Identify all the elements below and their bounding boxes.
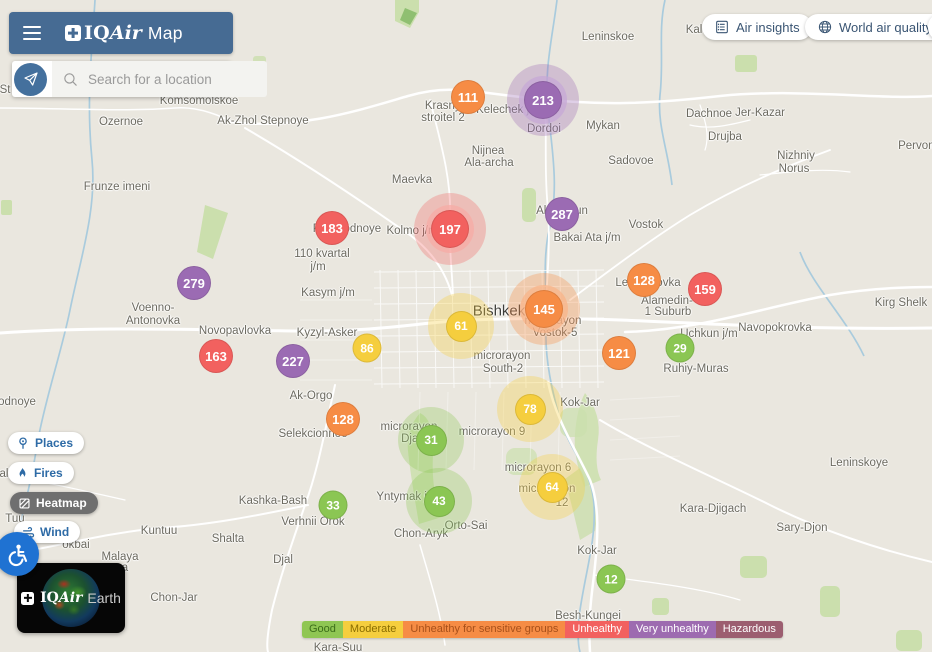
flame-icon xyxy=(16,467,29,480)
aqi-marker[interactable]: 279 xyxy=(177,266,211,300)
aqi-marker[interactable]: 33 xyxy=(319,491,348,520)
aqi-marker-value: 227 xyxy=(276,344,310,378)
legend-item: Moderate xyxy=(343,621,403,638)
heatmap-icon xyxy=(18,497,31,510)
search-field xyxy=(52,61,267,97)
aqi-marker-value: 61 xyxy=(446,311,477,342)
fires-button[interactable]: Fires xyxy=(8,462,74,484)
world-air-quality-label: World air quality xyxy=(839,20,932,35)
aqi-marker-value: 78 xyxy=(515,394,546,425)
globe-icon xyxy=(817,19,833,35)
aqi-marker[interactable]: 163 xyxy=(199,339,233,373)
aqi-marker[interactable]: 213 xyxy=(507,64,579,136)
brand-iq: IQ xyxy=(84,22,110,44)
heatmap-button[interactable]: Heatmap xyxy=(10,492,98,514)
air-insights-button[interactable]: Air insights xyxy=(702,14,812,40)
aqi-marker[interactable]: 29 xyxy=(666,334,695,363)
aqi-marker[interactable]: 31 xyxy=(398,407,464,473)
legend-item: Unhealthy xyxy=(565,621,629,638)
aqi-marker-value: 183 xyxy=(315,211,349,245)
earth-brand-air: Air xyxy=(59,590,83,606)
search-icon xyxy=(62,71,79,88)
iqair-plus-logo-icon xyxy=(21,592,34,605)
earth-product-label: Earth xyxy=(87,590,120,606)
aqi-marker-value: 86 xyxy=(353,334,382,363)
aqi-marker[interactable]: 197 xyxy=(414,193,486,265)
app-header: IQ Air Map xyxy=(9,12,233,54)
aqi-marker[interactable]: 12 xyxy=(597,565,626,594)
search-input[interactable] xyxy=(86,71,267,88)
brand-air: Air xyxy=(110,22,142,44)
legend-item: Very unhealthy xyxy=(629,621,716,638)
search-panel xyxy=(12,61,231,97)
aqi-marker[interactable]: 64 xyxy=(519,454,585,520)
aqi-marker-value: 31 xyxy=(416,425,447,456)
aqi-marker[interactable]: 227 xyxy=(276,344,310,378)
aqi-marker-value: 279 xyxy=(177,266,211,300)
aqi-marker-value: 33 xyxy=(319,491,348,520)
legend-item: Unhealthy for sensitive groups xyxy=(403,621,565,638)
aqi-marker[interactable]: 145 xyxy=(508,273,580,345)
air-insights-label: Air insights xyxy=(736,20,800,35)
places-label: Places xyxy=(35,436,73,450)
aqi-marker-value: 163 xyxy=(199,339,233,373)
aqi-marker-value: 128 xyxy=(627,263,661,297)
legend-item: Good xyxy=(302,621,343,638)
places-button[interactable]: Places xyxy=(8,432,84,454)
locate-button[interactable] xyxy=(14,63,47,96)
menu-button[interactable] xyxy=(23,26,41,40)
aqi-marker-value: 29 xyxy=(666,334,695,363)
aqi-marker[interactable]: 86 xyxy=(353,334,382,363)
aqi-marker-value: 287 xyxy=(545,197,579,231)
aqi-marker[interactable]: 183 xyxy=(315,211,349,245)
world-air-quality-button[interactable]: World air quality xyxy=(805,14,932,40)
aqi-marker-value: 43 xyxy=(424,486,455,517)
earth-label: IQ Air Earth xyxy=(17,563,125,633)
earth-brand-iq: IQ xyxy=(40,590,59,606)
aqi-marker-value: 213 xyxy=(524,81,562,119)
aqi-marker-value: 111 xyxy=(451,80,485,114)
aqi-marker-value: 12 xyxy=(597,565,626,594)
aqi-marker-value: 128 xyxy=(326,402,360,436)
aqi-marker[interactable]: 78 xyxy=(497,376,563,442)
list-icon xyxy=(714,19,730,35)
iqair-plus-logo-icon xyxy=(65,25,81,41)
aqi-marker-value: 197 xyxy=(431,210,469,248)
aqi-marker[interactable]: 159 xyxy=(688,272,722,306)
legend-item: Hazardous xyxy=(716,621,783,638)
wheelchair-icon xyxy=(5,542,30,567)
aqi-marker[interactable]: 128 xyxy=(627,263,661,297)
heatmap-label: Heatmap xyxy=(36,496,87,510)
aqi-marker[interactable]: 61 xyxy=(428,293,494,359)
aqi-marker-value: 121 xyxy=(602,336,636,370)
aqi-marker-value: 64 xyxy=(537,472,568,503)
aqi-marker[interactable]: 121 xyxy=(602,336,636,370)
iqair-map-logo[interactable]: IQ Air Map xyxy=(65,22,183,44)
aqi-marker[interactable]: 128 xyxy=(326,402,360,436)
aqi-marker-value: 159 xyxy=(688,272,722,306)
aqi-legend: GoodModerateUnhealthy for sensitive grou… xyxy=(302,621,783,638)
iqair-map-app: StKomsomolskoeOzernoeAk-Zhol StepnoyeFru… xyxy=(0,0,932,652)
fires-label: Fires xyxy=(34,466,63,480)
brand-product: Map xyxy=(148,23,183,44)
wind-label: Wind xyxy=(40,525,69,539)
map-markers: 1112131831972872791281591456186163227121… xyxy=(0,0,932,652)
send-location-icon xyxy=(23,71,39,87)
aqi-marker[interactable]: 43 xyxy=(406,468,472,534)
aqi-marker[interactable]: 287 xyxy=(545,197,579,231)
aqi-marker-value: 145 xyxy=(525,290,563,328)
earth-preview-button[interactable]: IQ Air Earth xyxy=(17,563,125,633)
map-pin-icon xyxy=(16,436,30,450)
aqi-marker[interactable]: 111 xyxy=(451,80,485,114)
